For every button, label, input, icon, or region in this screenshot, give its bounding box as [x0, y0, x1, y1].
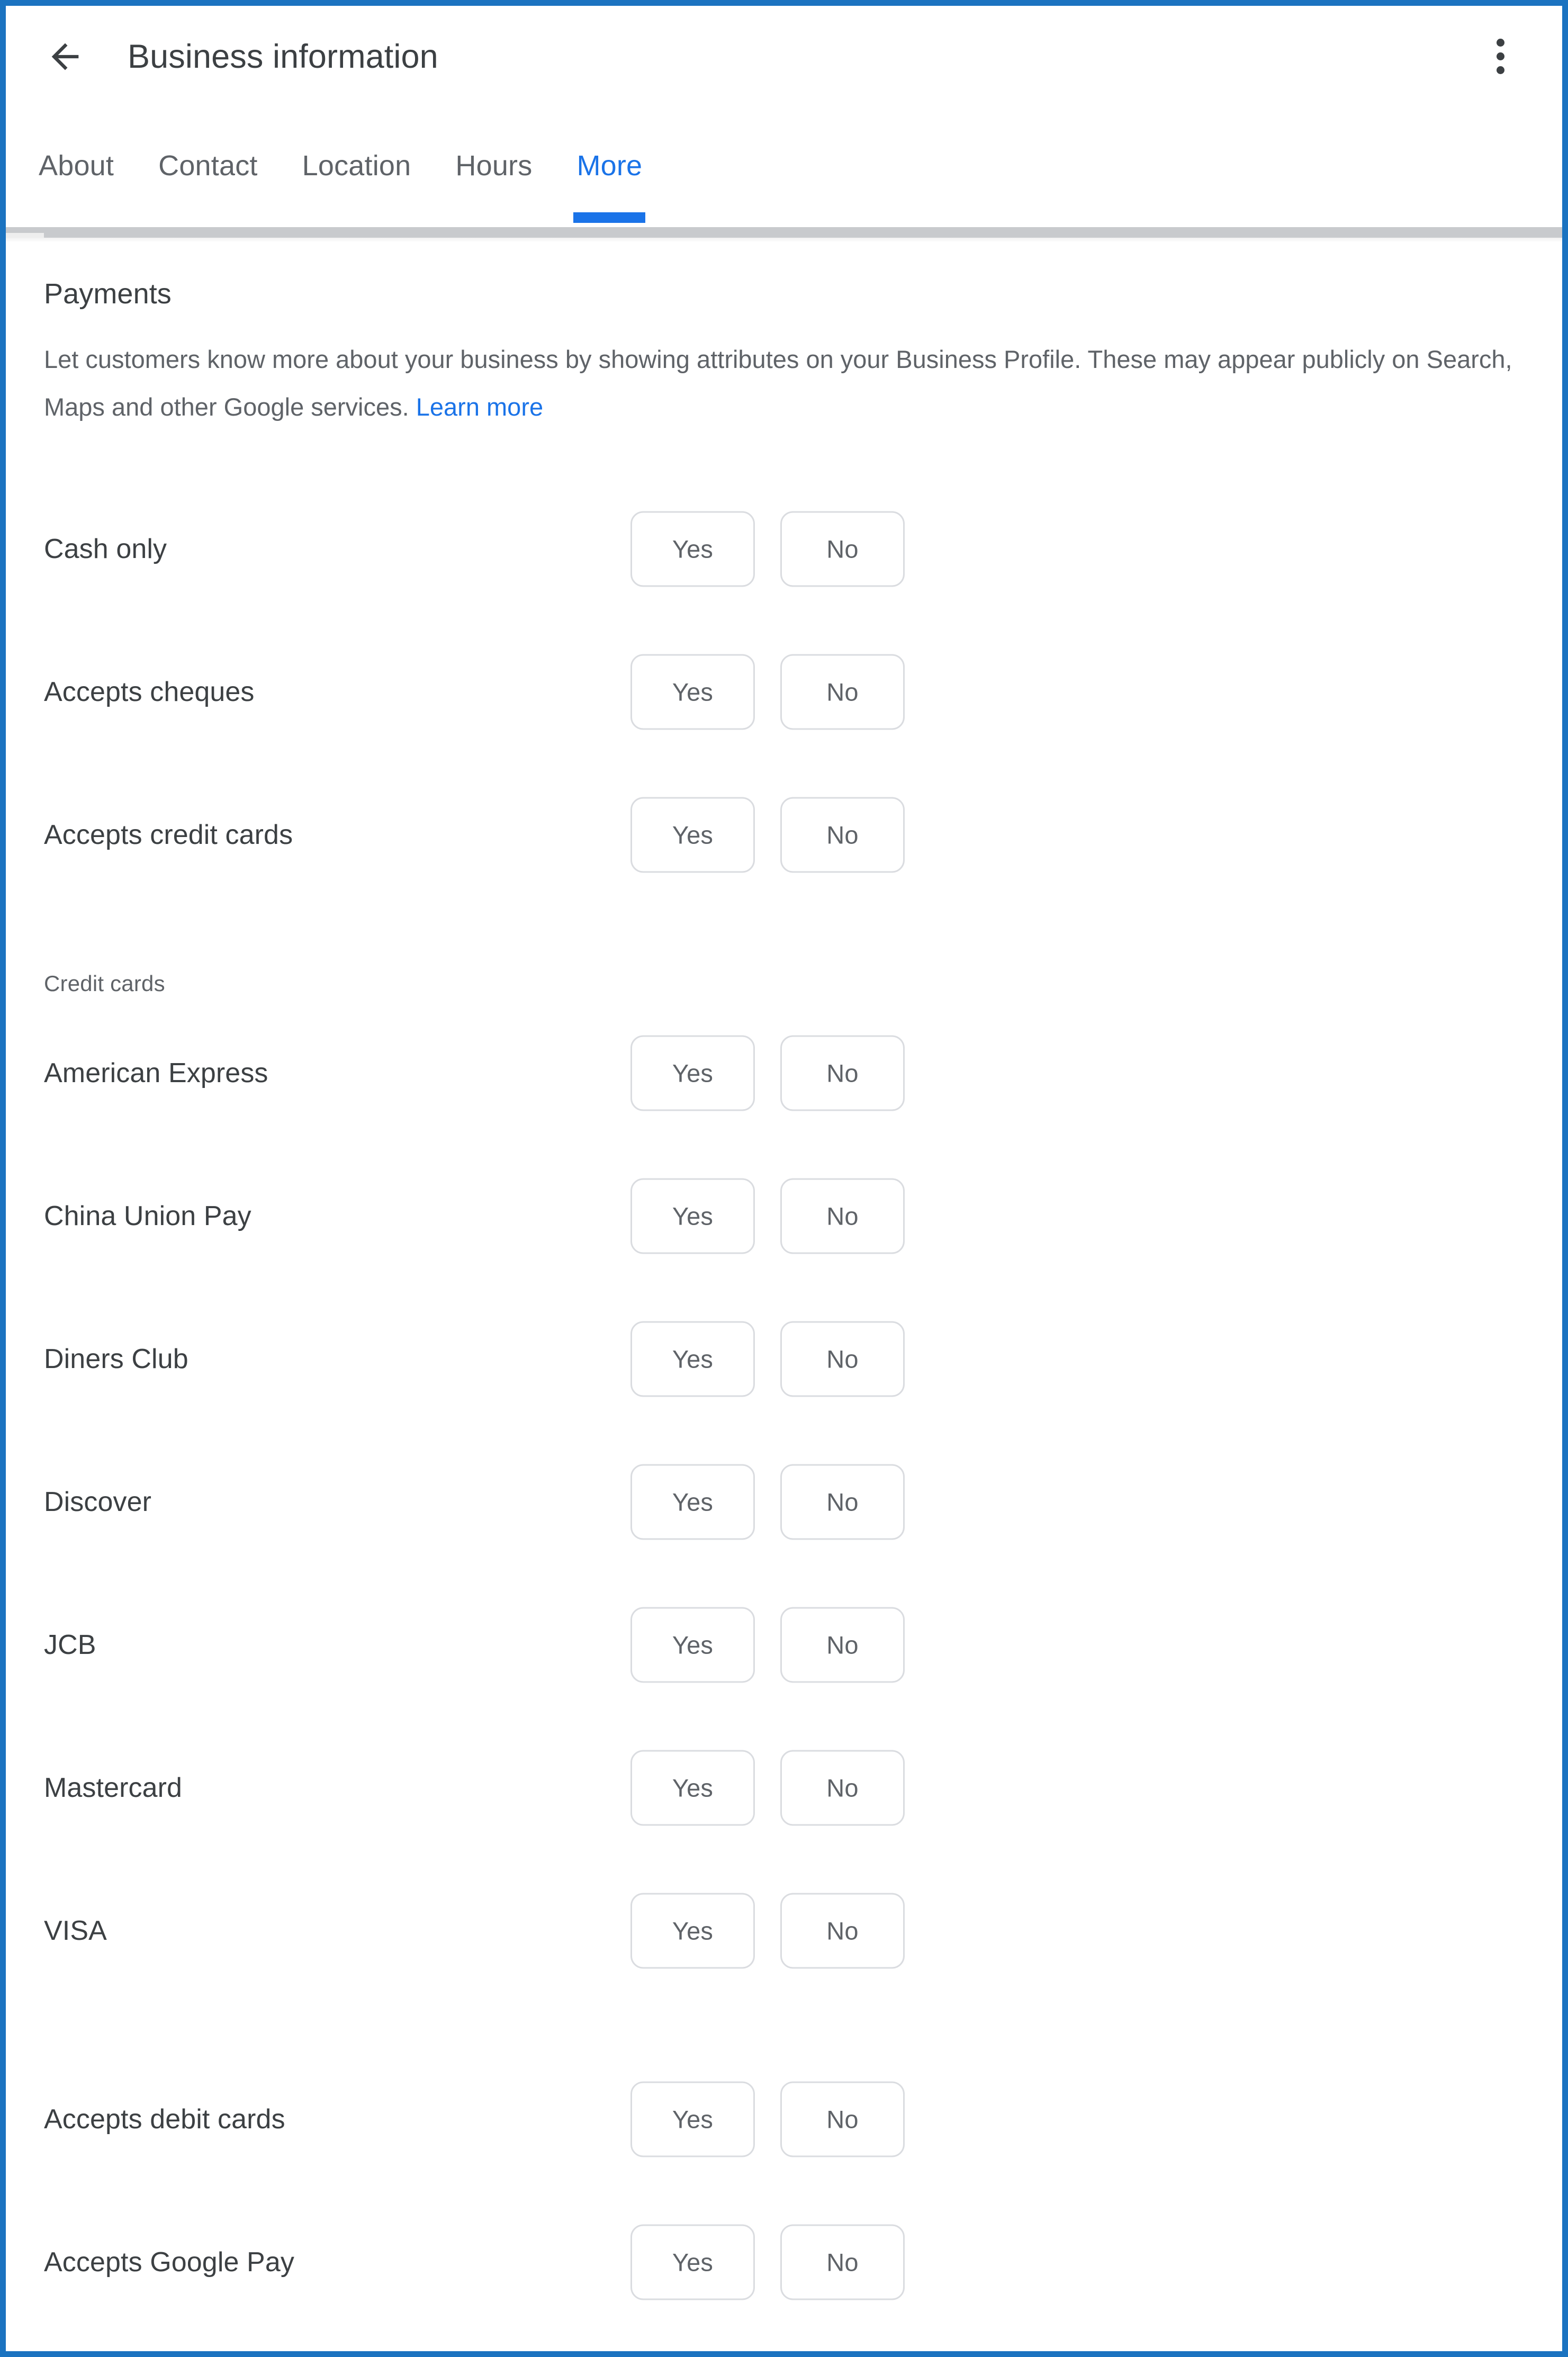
- no-button[interactable]: No: [780, 1750, 905, 1826]
- yes-no-toggle-group: Yes No: [630, 2224, 905, 2300]
- attribute-row: Discover Yes No: [6, 1431, 1562, 1573]
- attribute-row: American Express Yes No: [6, 1002, 1562, 1145]
- no-button[interactable]: No: [780, 1321, 905, 1397]
- tab-location[interactable]: Location: [280, 120, 434, 227]
- divider-band-bottom: [44, 233, 1562, 238]
- divider-band-left: [6, 233, 44, 238]
- payments-section: Payments Let customers know more about y…: [6, 241, 1562, 2334]
- no-button[interactable]: No: [780, 1178, 905, 1254]
- no-button[interactable]: No: [780, 1464, 905, 1540]
- yes-button[interactable]: Yes: [630, 1464, 755, 1540]
- attribute-label: American Express: [44, 1058, 268, 1088]
- more-vert-dot-1: [1496, 38, 1504, 47]
- yes-no-toggle-group: Yes No: [630, 1607, 905, 1683]
- tab-more[interactable]: More: [554, 120, 664, 227]
- attribute-label: VISA: [44, 1915, 107, 1946]
- yes-no-toggle-group: Yes No: [630, 1893, 905, 1969]
- attribute-label: Mastercard: [44, 1773, 183, 1803]
- attribute-row: Accepts Google Pay Yes No: [6, 2191, 1562, 2334]
- attribute-row: Accepts cheques Yes No: [6, 620, 1562, 763]
- yes-button[interactable]: Yes: [630, 1321, 755, 1397]
- tab-about[interactable]: About: [16, 120, 136, 227]
- section-description: Let customers know more about your busin…: [44, 336, 1516, 431]
- yes-no-toggle-group: Yes No: [630, 1035, 905, 1111]
- yes-button[interactable]: Yes: [630, 1178, 755, 1254]
- yes-button[interactable]: Yes: [630, 797, 755, 873]
- yes-no-toggle-group: Yes No: [630, 2081, 905, 2157]
- yes-button[interactable]: Yes: [630, 654, 755, 730]
- no-button[interactable]: No: [780, 2224, 905, 2300]
- no-button[interactable]: No: [780, 1607, 905, 1683]
- attribute-row: JCB Yes No: [6, 1573, 1562, 1716]
- attribute-label: Accepts Google Pay: [44, 2247, 294, 2278]
- yes-button[interactable]: Yes: [630, 2224, 755, 2300]
- attribute-label: Discover: [44, 1487, 152, 1517]
- learn-more-link[interactable]: Learn more: [416, 393, 543, 421]
- attribute-label: JCB: [44, 1630, 96, 1660]
- no-button[interactable]: No: [780, 2081, 905, 2157]
- yes-no-toggle-group: Yes No: [630, 797, 905, 873]
- attribute-row: Cash only Yes No: [6, 478, 1562, 620]
- yes-button[interactable]: Yes: [630, 511, 755, 587]
- no-button[interactable]: No: [780, 1035, 905, 1111]
- more-vert-dot-3: [1496, 66, 1504, 74]
- attribute-row: Diners Club Yes No: [6, 1288, 1562, 1431]
- attribute-label: China Union Pay: [44, 1201, 251, 1231]
- yes-no-toggle-group: Yes No: [630, 1321, 905, 1397]
- yes-button[interactable]: Yes: [630, 1607, 755, 1683]
- no-button[interactable]: No: [780, 797, 905, 873]
- yes-no-toggle-group: Yes No: [630, 1750, 905, 1826]
- yes-button[interactable]: Yes: [630, 1750, 755, 1826]
- divider-shadow: [6, 238, 1562, 241]
- app-bar: Business information: [6, 6, 1562, 120]
- attribute-label: Accepts cheques: [44, 677, 255, 707]
- yes-button[interactable]: Yes: [630, 1035, 755, 1111]
- page-root: Business information About Contact Locat…: [6, 6, 1562, 2351]
- attribute-row: Mastercard Yes No: [6, 1716, 1562, 1859]
- attribute-label: Cash only: [44, 534, 167, 564]
- yes-button[interactable]: Yes: [630, 2081, 755, 2157]
- arrow-back-icon: [45, 37, 85, 77]
- tab-hours[interactable]: Hours: [433, 120, 554, 227]
- group-separator: [6, 2002, 1562, 2048]
- yes-no-toggle-group: Yes No: [630, 1178, 905, 1254]
- group-separator: [6, 906, 1562, 952]
- no-button[interactable]: No: [780, 1893, 905, 1969]
- divider-band-top: [6, 227, 1562, 233]
- attribute-label: Diners Club: [44, 1344, 188, 1374]
- tab-bar: About Contact Location Hours More: [6, 120, 1562, 227]
- attribute-label: Accepts credit cards: [44, 820, 293, 850]
- section-description-text: Let customers know more about your busin…: [44, 345, 1512, 421]
- attribute-label: Accepts debit cards: [44, 2104, 285, 2135]
- group-subheader: Credit cards: [44, 971, 165, 996]
- back-button[interactable]: [37, 28, 94, 85]
- no-button[interactable]: No: [780, 511, 905, 587]
- no-button[interactable]: No: [780, 654, 905, 730]
- page-title: Business information: [128, 38, 438, 75]
- attribute-row: VISA Yes No: [6, 1859, 1562, 2002]
- more-vert-dot-2: [1496, 52, 1504, 60]
- tab-bar-divider: [6, 227, 1562, 241]
- app-window: Business information About Contact Locat…: [0, 0, 1568, 2357]
- attribute-list: Cash only Yes No Accepts cheques Yes No Accept…: [6, 478, 1562, 2334]
- attribute-row: Accepts debit cards Yes No: [6, 2048, 1562, 2191]
- section-title: Payments: [44, 278, 172, 310]
- yes-no-toggle-group: Yes No: [630, 511, 905, 587]
- yes-no-toggle-group: Yes No: [630, 654, 905, 730]
- yes-button[interactable]: Yes: [630, 1893, 755, 1969]
- tab-contact[interactable]: Contact: [136, 120, 280, 227]
- attribute-row: China Union Pay Yes No: [6, 1145, 1562, 1288]
- attribute-row: Accepts credit cards Yes No: [6, 763, 1562, 906]
- more-vert-icon[interactable]: [1471, 27, 1529, 85]
- yes-no-toggle-group: Yes No: [630, 1464, 905, 1540]
